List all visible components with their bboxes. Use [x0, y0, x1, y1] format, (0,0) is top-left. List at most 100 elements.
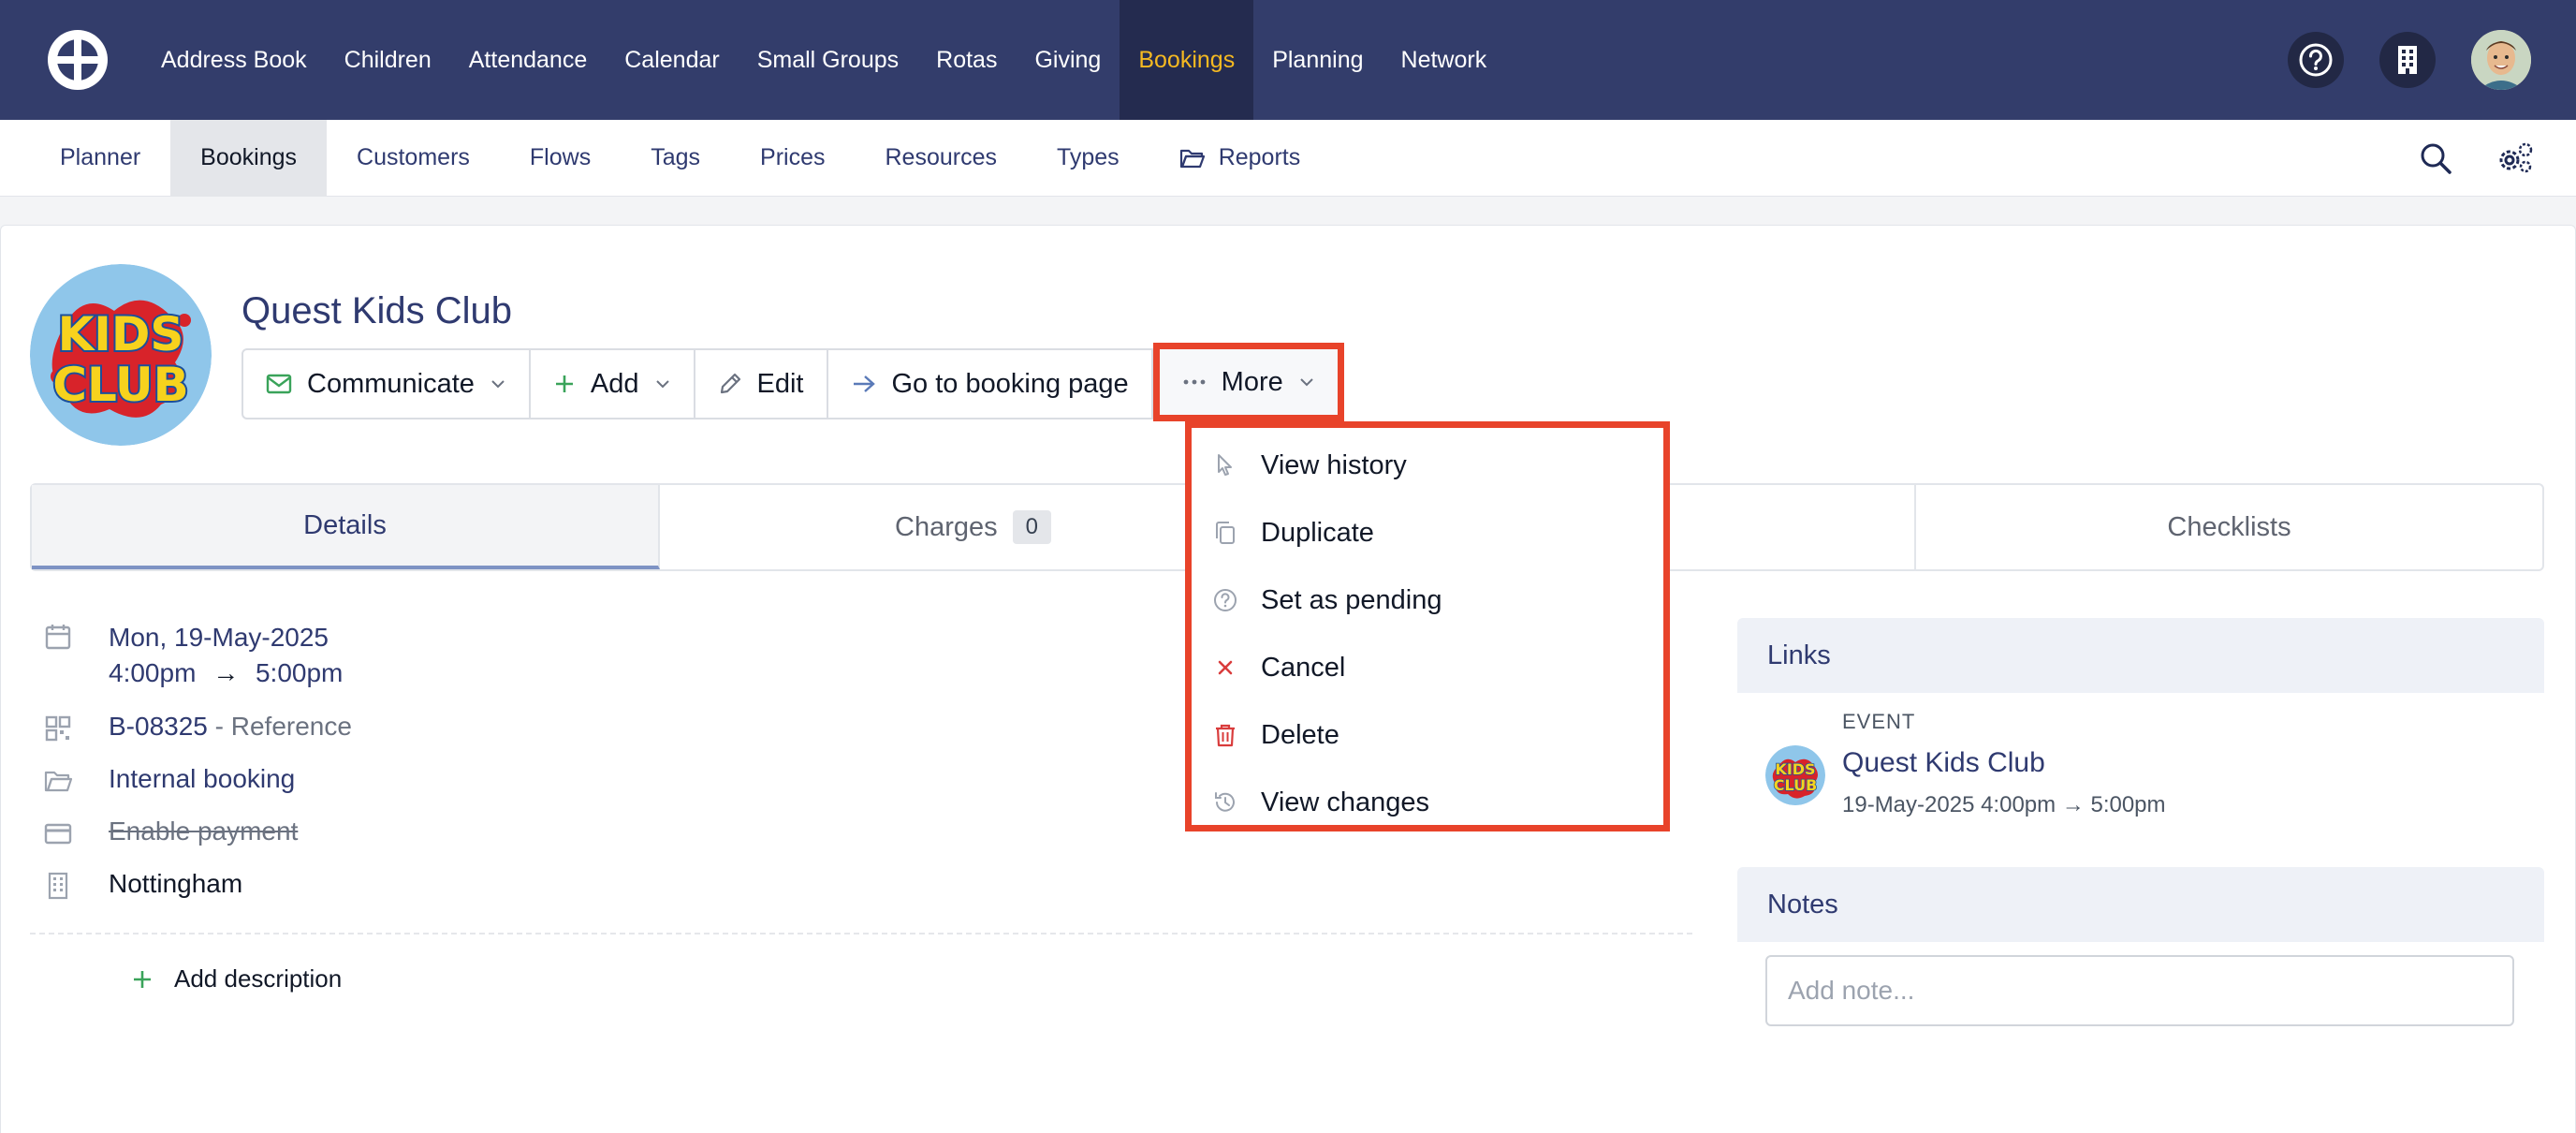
event-time: 19-May-2025 4:00pm → 5:00pm — [1842, 792, 2166, 817]
trash-icon — [1216, 724, 1235, 747]
avatar-image-icon — [2471, 30, 2531, 90]
enable-payment-link[interactable]: Enable payment — [109, 817, 298, 846]
detail-reference: B-08325 - Reference — [43, 712, 352, 743]
subnav-customers[interactable]: Customers — [327, 120, 500, 197]
notes-section-header: Notes — [1737, 867, 2544, 942]
subnav-types[interactable]: Types — [1027, 120, 1149, 197]
menu-view-history-label: View history — [1261, 449, 1407, 480]
close-icon — [1218, 660, 1233, 675]
detail-date: Mon, 19-May-2025 4:00pm → 5:00pm — [43, 620, 343, 691]
menu-duplicate[interactable]: Duplicate — [1192, 499, 1663, 566]
subnav-prices[interactable]: Prices — [730, 120, 855, 197]
pencil-icon — [720, 373, 740, 394]
envelope-icon — [266, 374, 292, 394]
ellipsis-icon — [1183, 379, 1206, 385]
svg-text:CLUB: CLUB — [52, 358, 188, 412]
menu-set-as-pending-label: Set as pending — [1261, 584, 1442, 615]
nav-planning[interactable]: Planning — [1253, 0, 1382, 120]
page-title: Quest Kids Club — [242, 290, 513, 331]
question-circle-icon — [1214, 589, 1237, 611]
booking-time-range[interactable]: 4:00pm → 5:00pm — [109, 655, 343, 691]
history-icon — [1215, 792, 1235, 812]
folder-open-icon — [44, 771, 73, 792]
subnav-resources[interactable]: Resources — [855, 120, 1027, 197]
add-note-input[interactable] — [1765, 955, 2514, 1026]
nav-giving[interactable]: Giving — [1016, 0, 1120, 120]
booking-reference-code[interactable]: B-08325 — [109, 712, 208, 741]
kids-club-logo-icon: KIDS CLUB — [30, 264, 212, 446]
subnav-right-controls — [2419, 120, 2535, 197]
go-to-booking-page-button[interactable]: Go to booking page — [827, 348, 1153, 419]
communicate-button[interactable]: Communicate — [242, 348, 531, 419]
details-divider — [30, 933, 1692, 934]
menu-cancel[interactable]: Cancel — [1192, 634, 1663, 701]
copy-icon — [1216, 522, 1235, 544]
nav-calendar[interactable]: Calendar — [606, 0, 738, 120]
building-icon — [2398, 46, 2417, 74]
nav-bookings[interactable]: Bookings — [1120, 0, 1254, 120]
nav-children[interactable]: Children — [326, 0, 450, 120]
more-dropdown-menu: View history Duplicate Set as pending Ca… — [1185, 421, 1670, 831]
event-logo: KIDS CLUB — [1765, 745, 1825, 805]
go-to-booking-page-label: Go to booking page — [891, 368, 1129, 399]
edit-button[interactable]: Edit — [695, 348, 828, 419]
edit-label: Edit — [756, 368, 804, 399]
arrow-right-icon — [853, 375, 875, 392]
subnav-bookings[interactable]: Bookings — [170, 119, 328, 197]
building-icon — [48, 872, 68, 900]
subnav-reports-label: Reports — [1218, 144, 1301, 170]
booking-type-link[interactable]: Internal booking — [109, 764, 295, 794]
subnav-tags[interactable]: Tags — [621, 120, 730, 197]
subnav-reports[interactable]: Reports — [1149, 120, 1331, 197]
nav-small-groups[interactable]: Small Groups — [739, 0, 917, 120]
booking-start-time: 4:00pm — [109, 658, 197, 687]
add-button[interactable]: Add — [530, 348, 695, 419]
search-icon[interactable] — [2419, 141, 2452, 175]
action-toolbar: Communicate Add Edit Go to booking page … — [242, 343, 1344, 421]
tab-checklists[interactable]: Checklists — [1916, 485, 2542, 569]
menu-set-as-pending[interactable]: Set as pending — [1192, 566, 1663, 634]
svg-text:KIDS: KIDS — [58, 307, 184, 361]
help-button[interactable] — [2288, 32, 2344, 88]
add-description-label: Add description — [174, 964, 343, 993]
nav-attendance[interactable]: Attendance — [450, 0, 607, 120]
kids-club-logo-icon: KIDS CLUB — [1765, 745, 1825, 805]
more-button[interactable]: More — [1152, 343, 1344, 421]
charges-count-badge: 0 — [1012, 510, 1051, 544]
booking-logo: KIDS CLUB — [30, 264, 212, 446]
menu-view-changes[interactable]: View changes — [1192, 769, 1663, 836]
more-label: More — [1221, 366, 1283, 397]
nav-address-book[interactable]: Address Book — [142, 0, 326, 120]
chevron-down-icon — [655, 380, 669, 389]
menu-view-changes-label: View changes — [1261, 787, 1430, 817]
menu-view-history[interactable]: View history — [1192, 432, 1663, 499]
event-title-link[interactable]: Quest Kids Club — [1842, 747, 2045, 779]
nav-rotas[interactable]: Rotas — [917, 0, 1016, 120]
chevron-down-icon — [1300, 378, 1313, 387]
user-avatar[interactable] — [2471, 30, 2531, 90]
question-icon — [2299, 43, 2333, 77]
svg-text:CLUB: CLUB — [1774, 776, 1818, 794]
booking-location: Nottingham — [109, 869, 243, 898]
subnav-flows[interactable]: Flows — [500, 120, 621, 197]
plus-icon — [555, 375, 573, 392]
detail-location: Nottingham — [43, 869, 242, 901]
nav-network[interactable]: Network — [1383, 0, 1506, 120]
time-arrow: → — [212, 658, 240, 687]
booking-date-link[interactable]: Mon, 19-May-2025 — [109, 620, 343, 655]
reference-label: - Reference — [207, 712, 352, 741]
menu-delete[interactable]: Delete — [1192, 701, 1663, 769]
subnav-planner[interactable]: Planner — [30, 120, 170, 197]
detail-type: Internal booking — [43, 764, 295, 796]
detail-payment: Enable payment — [43, 817, 298, 848]
sub-navigation: Planner Bookings Customers Flows Tags Pr… — [0, 119, 2576, 197]
tab-details[interactable]: Details — [32, 485, 660, 569]
top-right-controls — [2288, 0, 2531, 120]
plus-icon — [134, 970, 151, 988]
folder-open-icon — [1179, 149, 1205, 168]
add-description-button[interactable]: Add description — [131, 964, 342, 993]
app-logo-icon[interactable] — [45, 27, 110, 93]
event-label: EVENT — [1842, 710, 1916, 733]
organisation-button[interactable] — [2379, 32, 2436, 88]
settings-gears-icon[interactable] — [2496, 141, 2535, 175]
